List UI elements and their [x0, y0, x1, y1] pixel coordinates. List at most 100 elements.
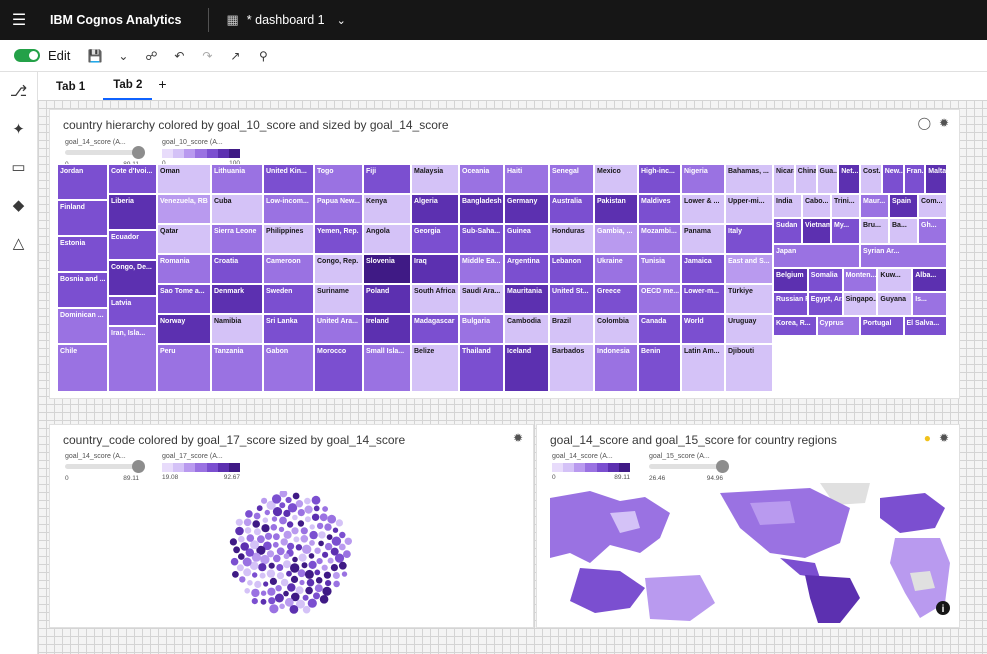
country-bubble[interactable] — [263, 581, 269, 587]
treemap-cell[interactable]: Gabon — [263, 344, 314, 392]
treemap-cell[interactable]: Lower-m... — [681, 284, 725, 314]
country-bubble[interactable] — [289, 605, 299, 614]
treemap-cell[interactable]: Maldives — [638, 194, 681, 224]
treemap-cell[interactable]: Philippines — [263, 224, 314, 254]
country-bubble[interactable] — [324, 542, 333, 551]
country-bubble[interactable] — [308, 560, 317, 569]
country-bubble[interactable] — [302, 605, 311, 614]
treemap-cell[interactable]: Alba... — [912, 268, 947, 292]
country-bubble[interactable] — [247, 580, 253, 586]
treemap-cell[interactable]: Vietnam — [802, 218, 831, 244]
treemap-cell[interactable]: Ireland — [363, 314, 411, 344]
treemap-cell[interactable]: Bahamas, ... — [725, 164, 773, 194]
treemap-cell[interactable]: High-inc... — [638, 164, 681, 194]
treemap-cell[interactable]: Papua New... — [314, 194, 363, 224]
country-bubble[interactable] — [266, 569, 276, 578]
country-bubble[interactable] — [283, 530, 292, 539]
country-bubble[interactable] — [230, 557, 239, 566]
country-bubble[interactable] — [324, 523, 332, 531]
country-bubble[interactable] — [276, 564, 284, 571]
country-bubble[interactable] — [341, 571, 348, 577]
country-bubble[interactable] — [273, 554, 281, 563]
country-bubble[interactable] — [275, 585, 282, 592]
treemap-cell[interactable]: Thailand — [459, 344, 504, 392]
country-bubble[interactable] — [299, 579, 305, 586]
treemap-cell[interactable]: Guinea — [504, 224, 549, 254]
settings-icon[interactable]: ✹ — [939, 116, 949, 130]
country-bubble[interactable] — [327, 514, 337, 524]
country-bubble[interactable] — [251, 588, 260, 598]
country-bubble[interactable] — [261, 497, 268, 504]
country-bubble[interactable] — [261, 524, 270, 533]
treemap-cell[interactable]: Monten... — [842, 268, 878, 292]
treemap-cell[interactable]: Belize — [411, 344, 459, 392]
treemap-cell[interactable]: Dominican ... — [57, 308, 108, 344]
country-bubble[interactable] — [290, 575, 299, 583]
treemap-cell[interactable]: Australia — [549, 194, 594, 224]
treemap-cell[interactable]: Cuba — [211, 194, 263, 224]
treemap-cell[interactable]: Fran... — [903, 164, 926, 194]
country-bubble[interactable] — [315, 577, 323, 584]
country-bubble[interactable] — [292, 514, 298, 521]
chevron-down-icon[interactable]: ⌄ — [337, 14, 346, 27]
add-tab-button[interactable]: + — [152, 76, 176, 100]
treemap-cell[interactable]: Sri Lanka — [263, 314, 314, 344]
treemap-cell[interactable]: Benin — [638, 344, 681, 392]
country-bubble[interactable] — [273, 533, 280, 541]
treemap-cell[interactable]: Kuw... — [877, 268, 913, 292]
country-bubble[interactable] — [239, 576, 246, 583]
country-bubble[interactable] — [295, 544, 303, 551]
country-bubble[interactable] — [259, 572, 266, 579]
treemap-cell[interactable]: Norway — [157, 314, 211, 344]
treemap-cell[interactable]: Ba... — [889, 218, 918, 244]
country-bubble[interactable] — [301, 562, 308, 569]
treemap-cell[interactable]: Oman — [157, 164, 211, 194]
map-widget[interactable]: goal_14_score and goal_15_score for coun… — [536, 424, 960, 628]
country-bubble[interactable] — [283, 590, 289, 597]
country-bubble[interactable] — [319, 595, 329, 604]
country-bubble[interactable] — [260, 554, 270, 565]
share-icon[interactable]: ☍ — [140, 49, 162, 63]
treemap-cell[interactable]: Gambia, ... — [594, 224, 638, 254]
treemap-cell[interactable]: Venezuela, RB — [157, 194, 211, 224]
treemap-cell[interactable]: Maur... — [860, 194, 889, 218]
country-bubble[interactable] — [251, 598, 258, 605]
filter-icon[interactable]: ⚲ — [252, 49, 274, 63]
country-bubble[interactable] — [305, 586, 313, 595]
country-bubble[interactable] — [276, 572, 285, 580]
treemap-cell[interactable]: China — [794, 164, 817, 194]
treemap-cell[interactable]: World — [681, 314, 725, 344]
country-bubble[interactable] — [314, 569, 321, 576]
country-bubble[interactable] — [326, 534, 333, 540]
treemap-cell[interactable]: Gh... — [918, 218, 947, 244]
treemap-cell[interactable]: Syrian Ar... — [860, 244, 947, 268]
edit-toggle[interactable] — [14, 49, 40, 62]
country-bubble[interactable] — [309, 524, 315, 530]
country-bubble[interactable] — [258, 563, 267, 572]
treemap-cell[interactable]: Singapo... — [842, 292, 878, 316]
country-bubble[interactable] — [311, 495, 321, 505]
country-bubble[interactable] — [297, 520, 305, 527]
country-bubble[interactable] — [268, 597, 276, 605]
country-bubble[interactable] — [297, 509, 305, 517]
country-bubble[interactable] — [236, 564, 244, 572]
treemap-cell[interactable]: Lithuania — [211, 164, 263, 194]
country-bubble[interactable] — [253, 528, 261, 536]
country-bubble[interactable] — [242, 557, 252, 567]
country-bubble[interactable] — [286, 570, 292, 577]
country-bubble[interactable] — [240, 542, 249, 551]
assistant-icon[interactable]: △ — [0, 224, 37, 262]
treemap-cell[interactable]: Cote d'Ivoi... — [108, 164, 157, 194]
country-bubble[interactable] — [229, 538, 237, 546]
treemap-cell[interactable]: Congo, Rep. — [314, 254, 363, 284]
country-bubble[interactable] — [314, 547, 321, 554]
treemap-cell[interactable]: United Kin... — [263, 164, 314, 194]
country-bubble[interactable] — [269, 577, 277, 585]
treemap-cell[interactable]: Haiti — [504, 164, 549, 194]
treemap-cell[interactable]: Guyana — [877, 292, 913, 316]
country-bubble[interactable] — [235, 518, 243, 526]
treemap-cell[interactable]: Finland — [57, 200, 108, 236]
country-bubble[interactable] — [269, 604, 279, 614]
treemap-cell[interactable]: Denmark — [211, 284, 263, 314]
treemap-cell[interactable]: Cabo... — [802, 194, 831, 218]
